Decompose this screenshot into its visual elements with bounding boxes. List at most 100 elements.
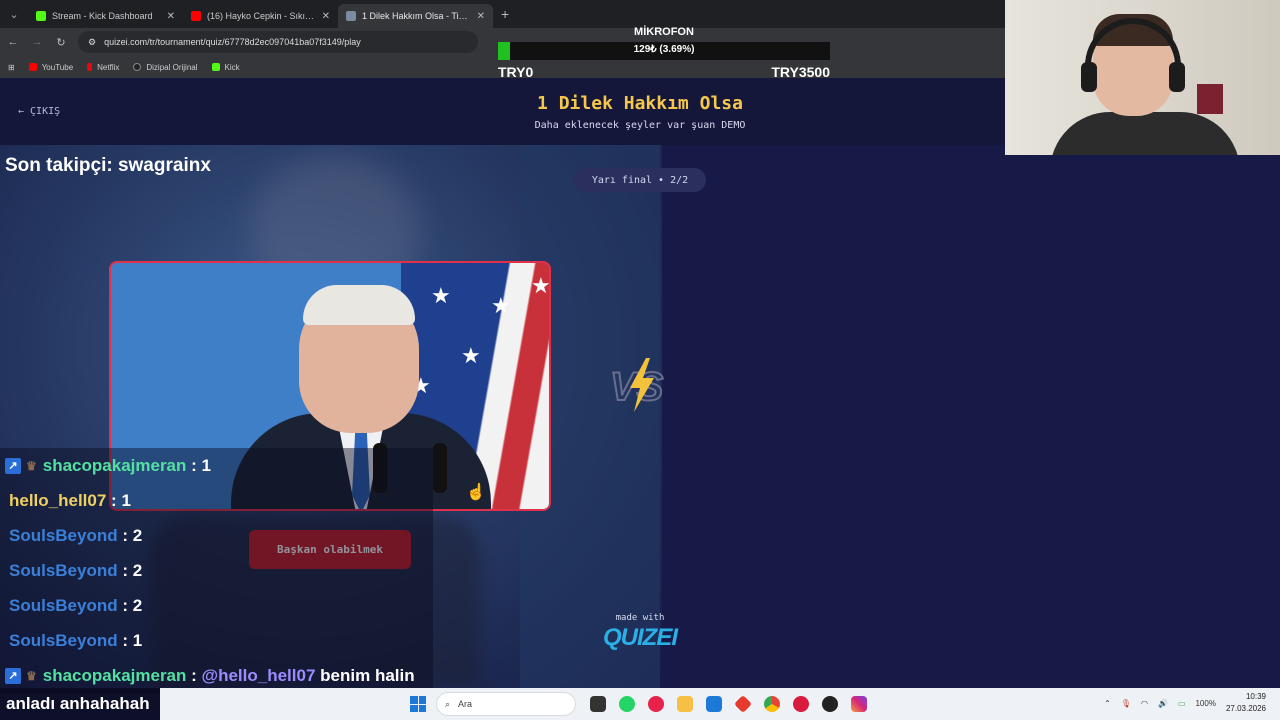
tab-title: 1 Dilek Hakkım Olsa - Tier List, xyxy=(362,11,471,21)
tab-title: Stream - Kick Dashboard xyxy=(52,11,153,21)
tab-search-chevron-icon[interactable]: ⌄ xyxy=(0,0,28,28)
app-icon[interactable] xyxy=(793,696,809,712)
streamer-shirt xyxy=(1050,112,1240,155)
close-tab-icon[interactable]: ✕ xyxy=(322,11,330,22)
mouse-pointer-icon: ☝ xyxy=(466,484,486,501)
chat-separator: : xyxy=(117,560,133,580)
red-app-icon[interactable] xyxy=(733,694,753,714)
chat-message: SoulsBeyond : 2 xyxy=(0,553,433,588)
star-icon: ★ xyxy=(431,283,451,308)
headset-ear xyxy=(1169,62,1185,92)
star-icon: ★ xyxy=(461,343,481,368)
address-bar[interactable]: ⚙ quizei.com/tr/tournament/quiz/67778d2e… xyxy=(78,31,478,53)
file-explorer-icon[interactable] xyxy=(590,696,606,712)
mic-donation-meter: MİKROFON 129₺ (3.69%) TRY0 TRY3500 xyxy=(498,26,830,84)
battery-level: 100% xyxy=(1195,698,1216,708)
arrow-left-icon: ← xyxy=(18,106,25,117)
taskbar-search[interactable]: ⌕ Ara xyxy=(436,692,576,716)
windows-taskbar: ⌕ Ara ⌃ 🎙 ◠ 🔊 ▭ 100% 10:39 27.03.2026 xyxy=(160,688,1280,720)
chat-message: hello_hell07 : 1 xyxy=(0,483,433,518)
new-tab-plus-icon[interactable]: + xyxy=(493,6,517,22)
url-text: quizei.com/tr/tournament/quiz/67778d2ec0… xyxy=(104,37,361,47)
clock[interactable]: 10:39 27.03.2026 xyxy=(1226,691,1266,715)
person-hair xyxy=(303,285,415,325)
exit-label: ÇIKIŞ xyxy=(30,106,61,117)
apps-grid-icon[interactable]: ⊞ xyxy=(8,63,15,72)
chat-separator: : xyxy=(117,595,133,615)
obs-icon[interactable] xyxy=(822,696,838,712)
quizei-logo[interactable]: QUIZEI xyxy=(590,624,690,652)
chat-username: hello_hell07 xyxy=(9,490,107,510)
bookmark-label: Kick xyxy=(224,62,240,72)
round-indicator: Yarı final • 2/2 xyxy=(574,168,706,192)
youtube-favicon-icon xyxy=(191,11,201,21)
tab-kick-dashboard[interactable]: Stream - Kick Dashboard ✕ xyxy=(28,4,183,28)
meter-bar: 129₺ (3.69%) xyxy=(498,42,830,60)
chat-text: 1 xyxy=(121,490,131,510)
chat-separator: : xyxy=(186,665,202,685)
tab-quizei[interactable]: 1 Dilek Hakkım Olsa - Tier List, ✕ xyxy=(338,4,493,28)
chat-message: SoulsBeyond : 1 xyxy=(0,623,433,658)
folder-icon[interactable] xyxy=(677,696,693,712)
microphone-icon[interactable]: 🎙 xyxy=(1121,699,1131,708)
windows-start-icon[interactable] xyxy=(410,696,426,712)
chat-text: 2 xyxy=(132,560,143,580)
tab-title: (16) Hayko Cepkin - Sıkı Tutun xyxy=(207,11,316,21)
exit-button[interactable]: ← ÇIKIŞ xyxy=(18,106,60,117)
tab-youtube[interactable]: (16) Hayko Cepkin - Sıkı Tutun ✕ xyxy=(183,4,338,28)
bookmark-label: Dizipal Orijinal xyxy=(146,62,198,72)
volume-icon[interactable]: 🔊 xyxy=(1158,699,1168,708)
netflix-icon xyxy=(87,63,93,71)
chat-message: ↗ ♛ shacopakajmeran : 1 xyxy=(0,448,433,483)
last-follower-text: Son takipçi: swagrainx xyxy=(5,155,211,176)
webcam-feed xyxy=(1005,0,1280,155)
microphone-graphic xyxy=(433,443,447,493)
vs-lightning-icon: VS xyxy=(609,358,665,412)
media-player-icon[interactable] xyxy=(648,696,664,712)
chat-username: shacopakajmeran xyxy=(42,665,187,685)
close-tab-icon[interactable]: ✕ xyxy=(167,11,175,22)
instagram-icon[interactable] xyxy=(851,696,867,712)
wifi-icon[interactable]: ◠ xyxy=(1141,699,1148,708)
site-info-icon[interactable]: ⚙ xyxy=(88,37,96,48)
chat-text: 2 xyxy=(132,595,143,615)
star-icon: ★ xyxy=(531,273,551,298)
reload-icon[interactable]: ↻ xyxy=(54,36,68,49)
bookmark-netflix[interactable]: Netflix xyxy=(87,63,119,72)
chat-separator: : xyxy=(186,455,202,475)
chat-separator: : xyxy=(117,525,133,545)
bookmark-kick[interactable]: Kick xyxy=(211,62,240,72)
headset-ear xyxy=(1081,62,1097,92)
youtube-icon xyxy=(28,63,37,71)
close-tab-icon[interactable]: ✕ xyxy=(477,11,485,22)
quizei-favicon-icon xyxy=(346,11,356,21)
quiz-title: 1 Dilek Hakkım Olsa xyxy=(537,93,743,114)
chat-username: SoulsBeyond xyxy=(9,560,118,580)
back-arrow-icon[interactable]: ← xyxy=(6,36,20,48)
bookmark-label: YouTube xyxy=(41,62,74,72)
chat-text: benim halin xyxy=(320,665,415,685)
chat-message: SoulsBeyond : 2 xyxy=(0,588,433,623)
kick-icon xyxy=(211,63,220,71)
wall-poster xyxy=(1197,84,1223,114)
chat-text: 1 xyxy=(132,630,143,650)
meter-value: 129₺ (3.69%) xyxy=(633,44,695,55)
bookmark-dizipal[interactable]: Dizipal Orijinal xyxy=(133,62,198,72)
battery-icon[interactable]: ▭ xyxy=(1178,699,1186,708)
bookmark-label: Netflix xyxy=(97,62,120,72)
chrome-icon[interactable] xyxy=(764,696,780,712)
store-icon[interactable] xyxy=(706,696,722,712)
sub-badge-icon: ↗ xyxy=(5,667,21,684)
whatsapp-icon[interactable] xyxy=(619,696,635,712)
search-icon: ⌕ xyxy=(445,698,451,709)
crown-badge-icon: ♛ xyxy=(26,668,37,683)
forward-arrow-icon[interactable]: → xyxy=(30,36,44,48)
dizipal-icon xyxy=(133,63,142,71)
chat-username: SoulsBeyond xyxy=(9,525,118,545)
bookmark-youtube[interactable]: YouTube xyxy=(28,62,74,72)
chat-username: SoulsBeyond xyxy=(9,595,118,615)
chat-username: shacopakajmeran xyxy=(42,455,187,475)
chat-text: 2 xyxy=(132,525,143,545)
sub-badge-icon: ↗ xyxy=(5,457,21,474)
chevron-up-icon[interactable]: ⌃ xyxy=(1104,699,1111,708)
